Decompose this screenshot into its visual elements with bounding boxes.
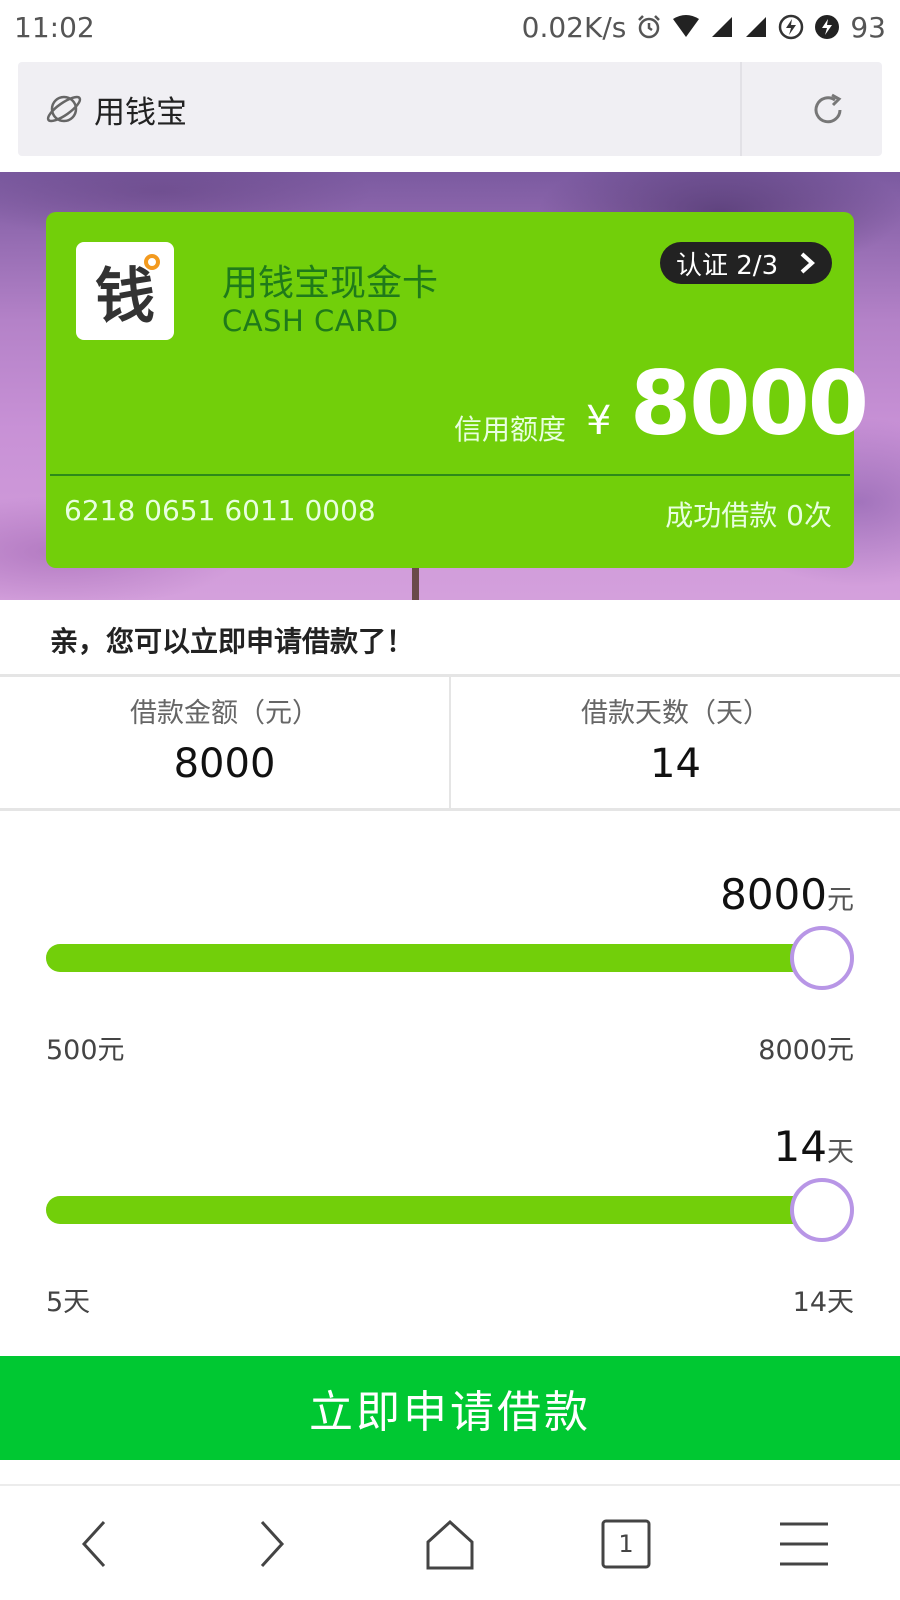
refresh-icon[interactable]	[808, 90, 848, 130]
status-time: 11:02	[14, 10, 95, 44]
card-name: 用钱宝现金卡	[222, 263, 439, 304]
days-unit: 天	[827, 1137, 854, 1168]
credit-limit-label: 信用额度	[454, 413, 567, 446]
amount-label: 借款金额（元）	[130, 698, 319, 729]
amount-current: 8000元	[720, 870, 854, 919]
menu-icon[interactable]	[772, 1512, 836, 1576]
amount-slider-track[interactable]	[46, 926, 854, 990]
days-current: 14天	[774, 1122, 854, 1171]
days-slider-thumb[interactable]	[790, 1178, 854, 1242]
address-divider	[740, 62, 742, 156]
loan-summary: 借款金额（元） 8000 借款天数（天） 14	[0, 677, 900, 811]
signal-icon	[744, 15, 768, 39]
browser-toolbar: 1	[0, 1484, 900, 1600]
amount-value: 8000	[173, 741, 276, 787]
back-icon[interactable]	[64, 1512, 128, 1576]
amount-slider-block: 8000元 500元 8000元	[0, 860, 900, 1066]
amount-min-label: 500元	[46, 1035, 125, 1066]
signal-icon	[710, 15, 734, 39]
currency-symbol: ¥	[586, 398, 612, 444]
status-bar: 11:02 0.02K/s 93	[0, 0, 900, 54]
apply-prompt: 亲，您可以立即申请借款了！	[50, 625, 415, 658]
days-max-label: 14天	[792, 1287, 854, 1318]
days-min-label: 5天	[46, 1287, 91, 1318]
battery-level: 93	[850, 10, 886, 44]
tabs-icon[interactable]: 1	[594, 1512, 658, 1576]
days-slider-block: 14天 5天 14天	[0, 1112, 900, 1318]
amount-current-value: 8000	[720, 870, 827, 919]
card-divider	[50, 474, 850, 476]
days-slider-fill	[46, 1196, 822, 1224]
battery-saver-icon	[814, 14, 840, 40]
days-cell: 借款天数（天） 14	[449, 677, 900, 808]
apply-loan-button[interactable]: 立即申请借款	[0, 1356, 900, 1460]
verify-label: 认证 2/3	[676, 250, 779, 281]
address-bar[interactable]: 用钱宝	[18, 62, 882, 156]
forward-icon[interactable]	[238, 1512, 302, 1576]
card-name-en: CASH CARD	[222, 304, 399, 338]
amount-cell: 借款金额（元） 8000	[0, 677, 449, 808]
cash-card: 钱 用钱宝现金卡 CASH CARD 认证 2/3 信用额度 ¥ 8000 62…	[46, 212, 869, 568]
page-title: 用钱宝	[94, 94, 187, 131]
days-current-value: 14	[773, 1122, 827, 1171]
amount-slider-fill	[46, 944, 822, 972]
days-slider-track[interactable]	[46, 1178, 854, 1242]
status-icons: 0.02K/s 93	[522, 11, 886, 44]
tab-count: 1	[618, 1530, 634, 1558]
logo-dot	[144, 254, 160, 270]
card-number: 6218 0651 6011 0008	[64, 494, 376, 527]
verify-badge[interactable]: 认证 2/3	[660, 242, 832, 284]
app-logo: 钱	[76, 242, 174, 340]
credit-limit-value: 8000	[630, 352, 869, 455]
chevron-right-icon	[800, 252, 815, 274]
days-value: 14	[650, 741, 701, 787]
alarm-icon	[636, 14, 662, 40]
charging-icon	[778, 14, 804, 40]
loan-count: 成功借款 0次	[665, 499, 832, 532]
planet-icon	[46, 95, 82, 123]
amount-slider-thumb[interactable]	[790, 926, 854, 990]
wifi-icon	[672, 15, 700, 39]
network-speed: 0.02K/s	[521, 10, 627, 44]
amount-unit: 元	[827, 885, 854, 916]
home-icon[interactable]	[418, 1512, 482, 1576]
days-label: 借款天数（天）	[581, 698, 770, 729]
amount-max-label: 8000元	[758, 1035, 854, 1066]
